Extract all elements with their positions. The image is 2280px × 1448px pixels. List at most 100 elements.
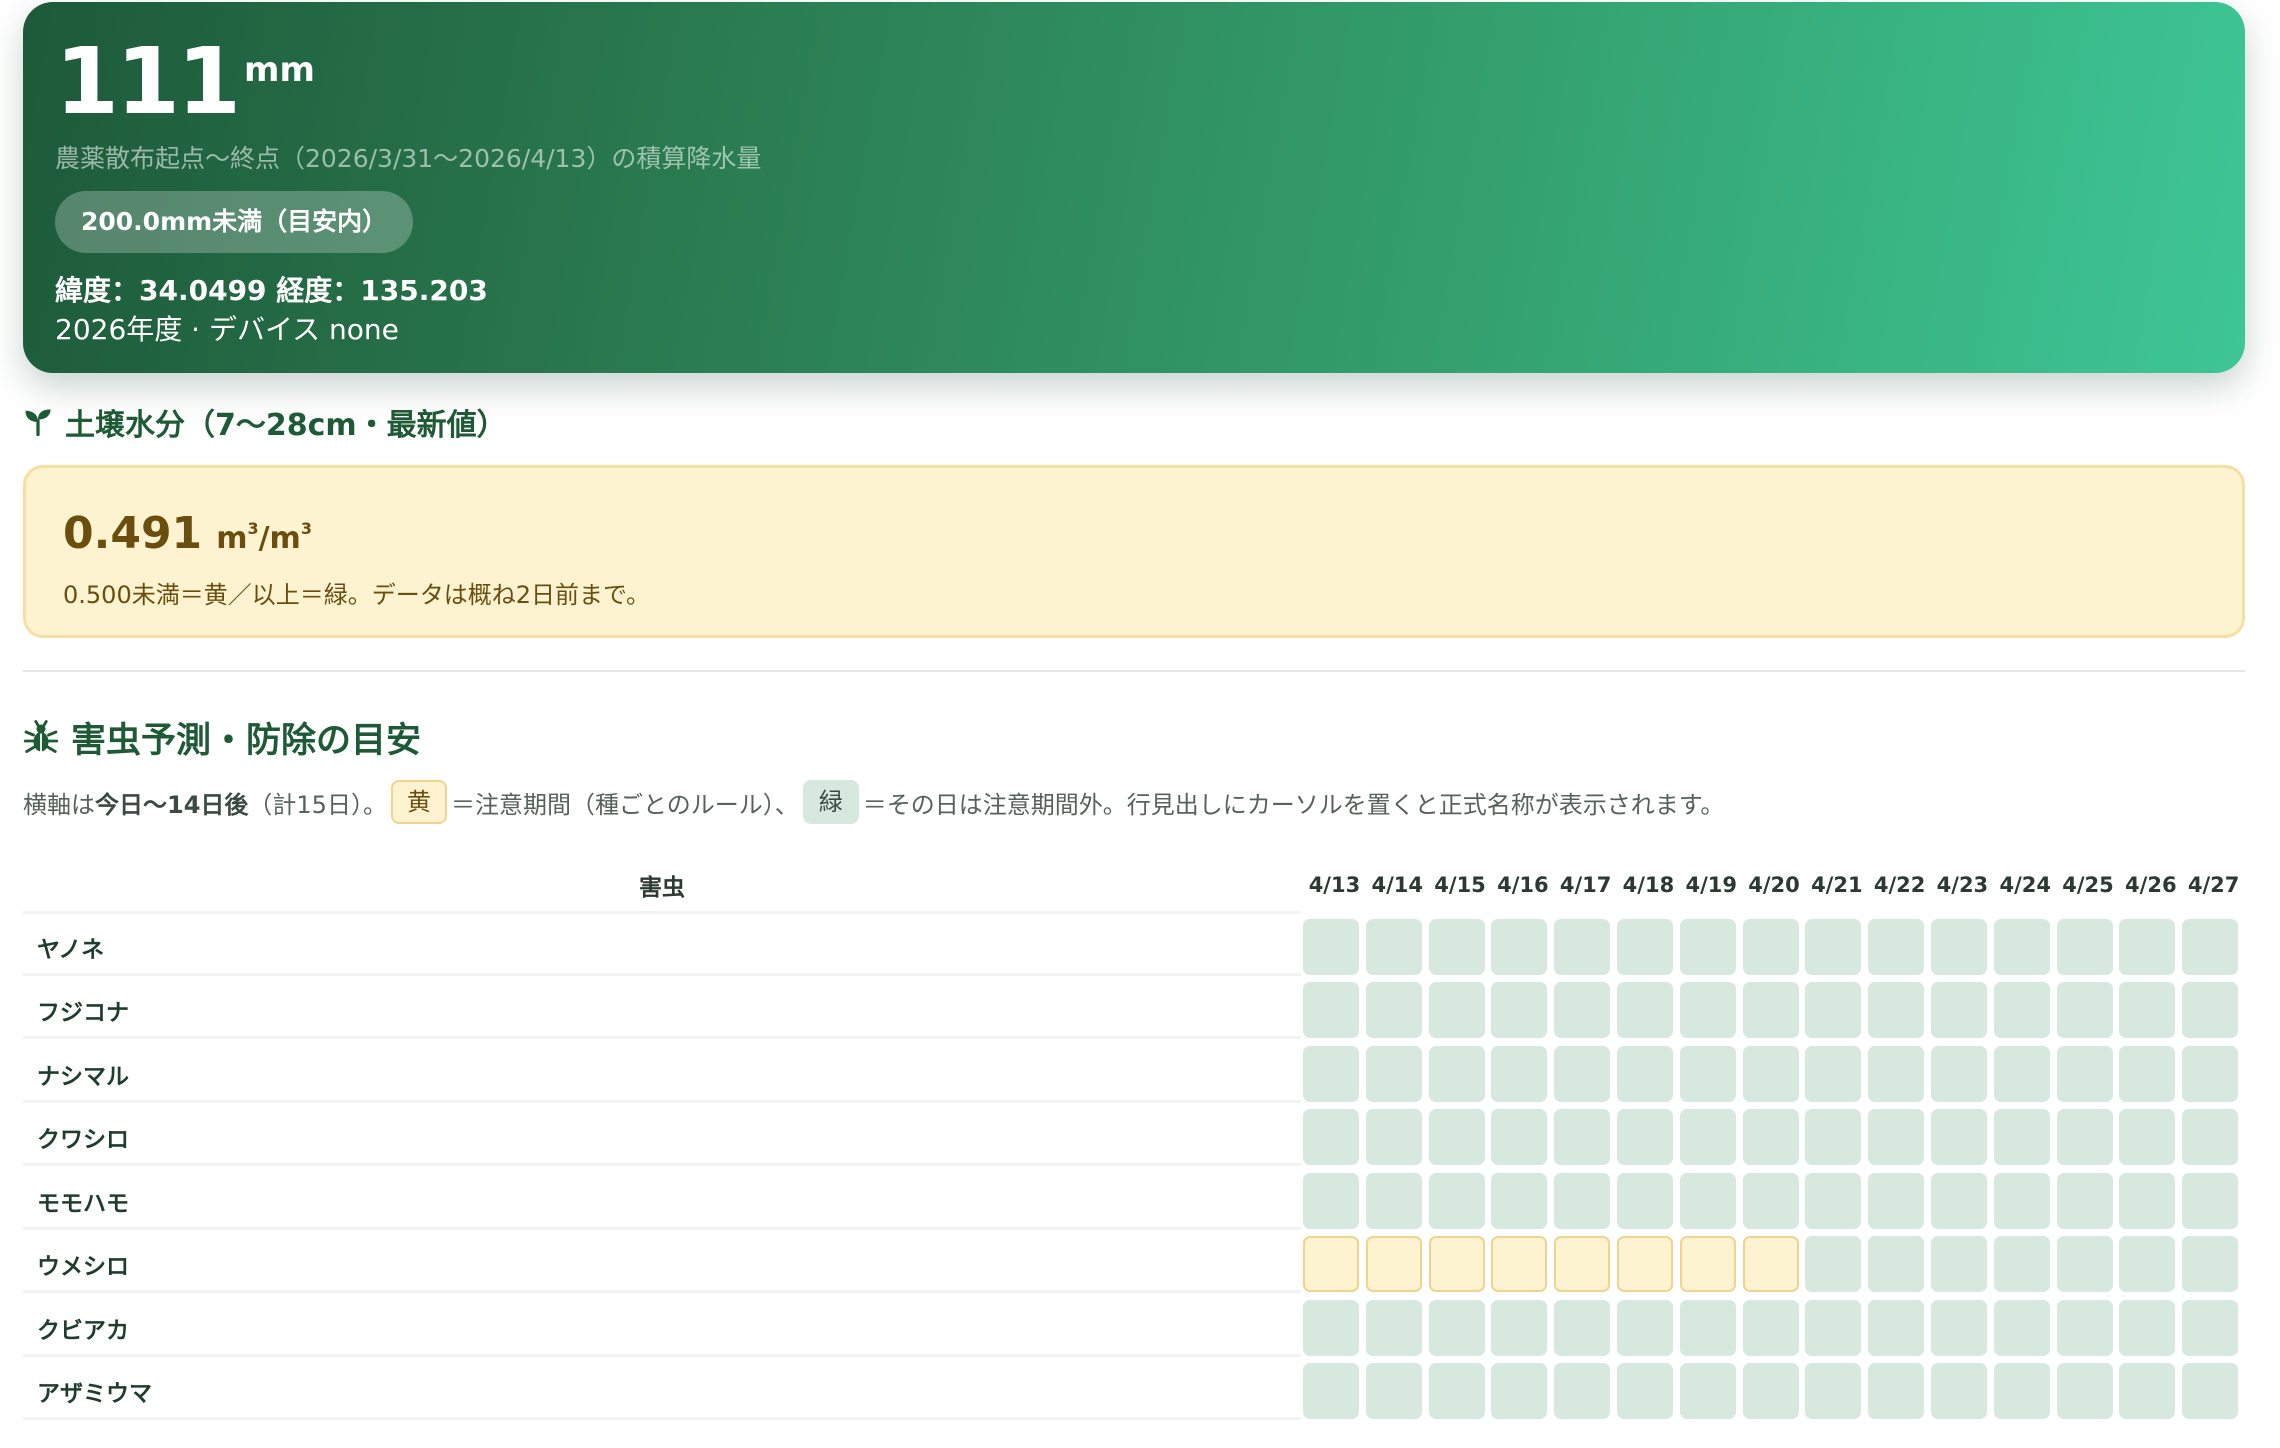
forecast-cell-clear [1742, 1363, 1799, 1420]
pest-name[interactable]: アザミウマ [23, 1362, 1302, 1421]
legend-green-chip: 緑 [802, 780, 859, 824]
forecast-cell-clear [1428, 1045, 1485, 1102]
year-device-info: 2026年度 · デバイス none [55, 313, 399, 346]
forecast-cell-clear [1428, 918, 1485, 975]
forecast-cell-clear [2056, 1045, 2113, 1102]
rainfall-value: 111 [55, 28, 241, 135]
forecast-cells [1303, 918, 2245, 975]
forecast-cell-attention [1365, 1236, 1422, 1293]
bug-icon [23, 719, 59, 756]
forecast-cell-clear [1428, 1299, 1485, 1356]
forecast-cell-clear [1805, 1109, 1862, 1166]
forecast-cell-clear [1931, 1363, 1988, 1420]
forecast-cell-clear [1554, 982, 1611, 1039]
table-row: フジコナ [23, 979, 2245, 1043]
forecast-cell-clear [1742, 982, 1799, 1039]
forecast-cell-clear [1303, 1109, 1360, 1166]
date-header: 4/26 [2125, 873, 2177, 897]
date-header: 4/13 [1308, 873, 1361, 897]
soil-moisture-unit: m3/m3 [216, 519, 312, 556]
forecast-cell-clear [1742, 918, 1799, 975]
forecast-cell-clear [2056, 1236, 2113, 1293]
forecast-cell-clear [2119, 1363, 2176, 1420]
rainfall-caption: 農薬散布起点〜終点（2026/3/31〜2026/4/13）の積算降水量 [55, 144, 762, 173]
sprout-icon [23, 407, 53, 437]
forecast-cell-clear [1554, 1299, 1611, 1356]
soil-moisture-value: 0.491 [63, 508, 203, 559]
rainfall-unit: mm [244, 50, 315, 90]
forecast-cell-clear [2182, 1172, 2239, 1229]
table-row: クビアカ [23, 1296, 2245, 1360]
forecast-cell-clear [1491, 1363, 1548, 1420]
table-row: クワシロ [23, 1106, 2245, 1170]
forecast-cell-clear [1491, 982, 1548, 1039]
pest-legend: 横軸は 今日〜14日後 （計15日）。 黄 ＝注意期間（種ごとのルール）、 緑 ＝そ… [23, 780, 1724, 824]
forecast-cell-clear [1554, 1172, 1611, 1229]
forecast-cell-clear [1805, 1299, 1862, 1356]
date-header: 4/20 [1748, 873, 1800, 897]
table-row: ナシマル [23, 1042, 2245, 1106]
forecast-cell-clear [1931, 1172, 1988, 1229]
forecast-cell-clear [1805, 1045, 1862, 1102]
pest-forecast-table: 害虫 4/13 4/14 4/15 4/16 4/17 4/18 4/19 4/20 4/21 4… [23, 855, 2245, 1423]
pest-name[interactable]: クワシロ [23, 1108, 1302, 1167]
forecast-cell-clear [1805, 1363, 1862, 1420]
forecast-cell-clear [1931, 1236, 1988, 1293]
forecast-cell-clear [1742, 1172, 1799, 1229]
forecast-cells [1303, 1236, 2245, 1293]
rainfall-total: 111 mm [55, 36, 315, 128]
forecast-cell-clear [2056, 918, 2113, 975]
forecast-cell-clear [2056, 982, 2113, 1039]
rainfall-status-badge: 200.0mm未満（目安内） [55, 191, 414, 253]
forecast-cell-clear [1303, 1299, 1360, 1356]
forecast-cell-clear [1365, 1045, 1422, 1102]
forecast-cell-clear [1805, 1172, 1862, 1229]
forecast-cell-clear [1303, 982, 1360, 1039]
date-header: 4/15 [1434, 873, 1486, 897]
pest-name[interactable]: ヤノネ [23, 917, 1302, 976]
forecast-cell-clear [2182, 1045, 2239, 1102]
table-header-row: 害虫 4/13 4/14 4/15 4/16 4/17 4/18 4/19 4/20 4/21 4… [23, 855, 2245, 915]
forecast-cell-clear [2119, 1236, 2176, 1293]
forecast-cell-attention [1303, 1236, 1360, 1293]
rainfall-summary-card: 111 mm 農薬散布起点〜終点（2026/3/31〜2026/4/13）の積算… [23, 2, 2245, 373]
forecast-cells [1303, 1172, 2245, 1229]
forecast-cell-clear [1805, 982, 1862, 1039]
pest-name[interactable]: フジコナ [23, 981, 1302, 1040]
pest-name[interactable]: ナシマル [23, 1044, 1302, 1103]
forecast-cell-clear [1868, 1236, 1925, 1293]
forecast-cell-clear [1617, 1299, 1674, 1356]
forecast-cells [1303, 1299, 2245, 1356]
forecast-cell-clear [1868, 1109, 1925, 1166]
forecast-cell-clear [2182, 982, 2239, 1039]
forecast-cell-clear [2119, 1299, 2176, 1356]
table-row: ウメシロ [23, 1233, 2245, 1297]
forecast-cell-attention [1491, 1236, 1548, 1293]
forecast-cell-clear [1303, 1045, 1360, 1102]
forecast-cells [1303, 1363, 2245, 1420]
pest-name[interactable]: ウメシロ [23, 1235, 1302, 1294]
pest-name[interactable]: クビアカ [23, 1298, 1302, 1357]
date-header: 4/18 [1622, 873, 1675, 897]
forecast-cell-clear [2119, 982, 2176, 1039]
forecast-cell-clear [1868, 918, 1925, 975]
forecast-cell-clear [1931, 1045, 1988, 1102]
pest-name[interactable]: モモハモ [23, 1171, 1302, 1230]
forecast-cell-clear [2182, 1299, 2239, 1356]
date-header: 4/24 [1999, 873, 2051, 897]
forecast-cell-clear [1993, 982, 2050, 1039]
table-row: モモハモ [23, 1169, 2245, 1233]
forecast-cell-clear [1617, 918, 1674, 975]
forecast-cell-clear [2182, 918, 2239, 975]
forecast-cell-clear [1617, 1045, 1674, 1102]
legend-yellow-chip: 黄 [390, 780, 447, 824]
table-row: ヤノネ [23, 915, 2245, 979]
forecast-cell-clear [1365, 918, 1422, 975]
forecast-cells [1303, 1045, 2245, 1102]
forecast-cell-clear [1868, 982, 1925, 1039]
date-header: 4/25 [2062, 873, 2114, 897]
forecast-cell-clear [1931, 918, 1988, 975]
forecast-cell-clear [2182, 1236, 2239, 1293]
forecast-cell-clear [1554, 1363, 1611, 1420]
forecast-cell-clear [1805, 1236, 1862, 1293]
